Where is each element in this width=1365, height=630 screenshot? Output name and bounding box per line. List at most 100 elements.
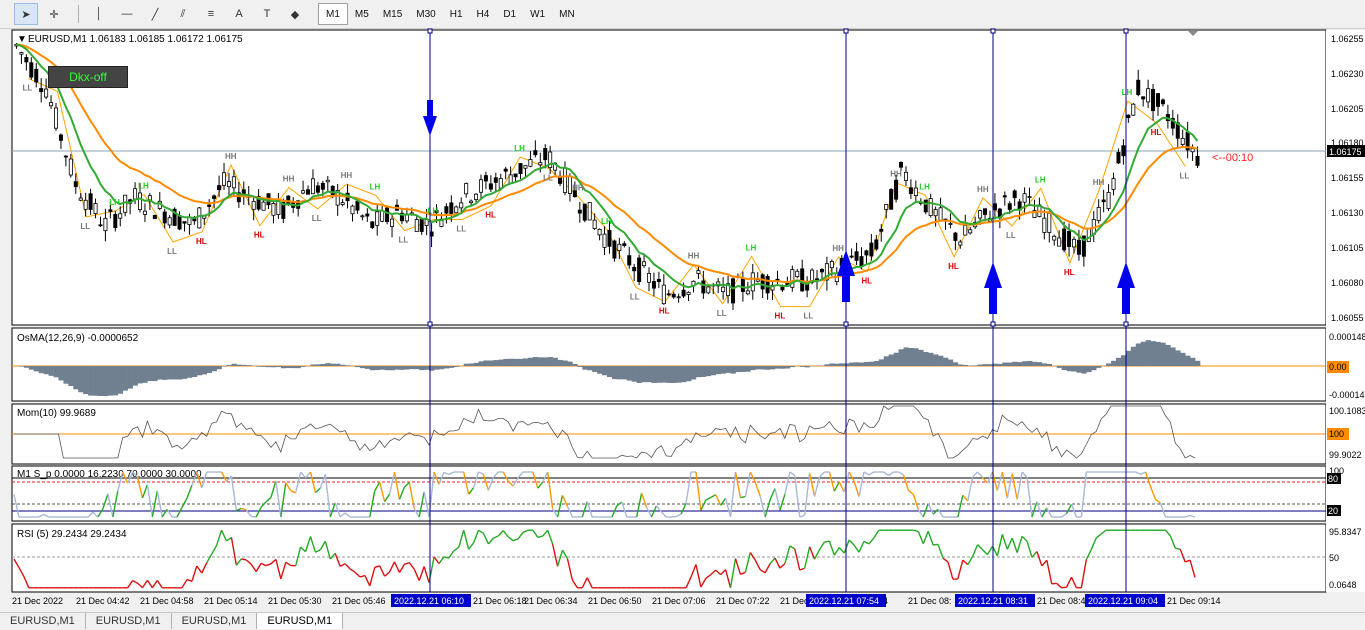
candle-body bbox=[1013, 191, 1016, 198]
osma-bar bbox=[355, 366, 360, 367]
candle-body bbox=[593, 220, 596, 228]
swing-label: LH bbox=[109, 198, 120, 207]
candle-body bbox=[59, 135, 62, 140]
candle-body bbox=[455, 207, 458, 213]
osma-bar bbox=[790, 366, 795, 367]
candle-body bbox=[104, 218, 107, 230]
candle-body bbox=[514, 174, 517, 177]
swing-label: LH bbox=[138, 182, 149, 191]
candle-body bbox=[524, 166, 527, 169]
candle-body bbox=[667, 294, 670, 295]
chart-tab[interactable]: EURUSD,M1 bbox=[0, 613, 86, 629]
chart-tab[interactable]: EURUSD,M1 bbox=[86, 613, 172, 629]
osma-bar bbox=[241, 365, 246, 366]
swing-label: LH bbox=[746, 243, 757, 252]
swing-label: LL bbox=[1180, 172, 1190, 181]
osma-bar bbox=[19, 366, 24, 367]
osma-bar bbox=[933, 354, 938, 366]
chart-symbol-dropdown[interactable]: ▼ bbox=[17, 34, 27, 45]
osma-bar bbox=[627, 366, 632, 381]
osma-bar bbox=[34, 366, 39, 371]
stoch-pane[interactable] bbox=[12, 466, 1326, 521]
candle-body bbox=[1008, 204, 1011, 210]
marker-handle bbox=[991, 29, 995, 33]
osma-bar bbox=[207, 366, 212, 373]
osma-bar bbox=[1002, 363, 1007, 366]
chart-tab[interactable]: EURUSD,M1 bbox=[172, 613, 258, 629]
osma-bar bbox=[133, 366, 138, 386]
current-price-label: 1.06175 bbox=[1329, 147, 1362, 157]
candle-body bbox=[222, 173, 225, 186]
osma-tick: -0.00014 bbox=[1329, 390, 1365, 400]
candle-body bbox=[193, 219, 196, 221]
candle-body bbox=[474, 194, 477, 199]
candle-body bbox=[885, 204, 888, 209]
osma-bar bbox=[681, 366, 686, 382]
osma-bar bbox=[691, 366, 696, 379]
osma-bar bbox=[928, 353, 933, 366]
time-highlight-label: 2022.12.21 08:31 bbox=[958, 596, 1028, 606]
osma-bar bbox=[844, 363, 849, 366]
osma-bar bbox=[108, 366, 113, 396]
osma-bar bbox=[706, 366, 711, 376]
osma-bar bbox=[671, 366, 676, 383]
osma-bar bbox=[819, 365, 824, 366]
candle-body bbox=[954, 233, 957, 240]
candle-body bbox=[217, 186, 220, 190]
candle-body bbox=[163, 212, 166, 223]
candle-body bbox=[306, 190, 309, 195]
candle-body bbox=[1181, 138, 1184, 144]
osma-bar bbox=[103, 366, 108, 396]
osma-bar bbox=[1121, 355, 1126, 366]
osma-bar bbox=[68, 366, 73, 386]
osma-bar bbox=[434, 366, 439, 370]
osma-bar bbox=[138, 366, 143, 383]
candle-body bbox=[1058, 238, 1061, 246]
osma-bar bbox=[157, 366, 162, 380]
candle-body bbox=[450, 203, 453, 214]
chart-canvas[interactable]: ▼ EURUSD,M1 1.06183 1.06185 1.06172 1.06… bbox=[0, 0, 1365, 612]
candle-body bbox=[865, 251, 868, 255]
osma-bar bbox=[479, 361, 484, 366]
osma-bar bbox=[424, 366, 429, 370]
osma-bar bbox=[78, 366, 83, 392]
osma-bar bbox=[864, 362, 869, 366]
osma-bar bbox=[365, 366, 370, 369]
time-highlight-label: 2022.12.21 07:54 bbox=[809, 596, 879, 606]
osma-bar bbox=[320, 364, 325, 366]
osma-bar bbox=[266, 366, 271, 367]
osma-bar bbox=[923, 352, 928, 366]
rsi-tick: 0.0648 bbox=[1329, 580, 1357, 590]
time-label: 21 Dec 06:34 bbox=[524, 596, 578, 606]
osma-level-label: 0.00 bbox=[1329, 362, 1347, 372]
osma-bar bbox=[296, 366, 301, 368]
osma-bar bbox=[953, 362, 958, 366]
candle-body bbox=[880, 229, 883, 231]
osma-bar bbox=[745, 366, 750, 372]
candle-body bbox=[479, 180, 482, 193]
chart-tab-active[interactable]: EURUSD,M1 bbox=[257, 613, 343, 629]
candle-body bbox=[232, 177, 235, 188]
candle-body bbox=[1048, 213, 1051, 232]
osma-bar bbox=[1136, 343, 1141, 366]
candle-body bbox=[153, 215, 156, 218]
candle-body bbox=[598, 229, 601, 234]
osma-bar bbox=[395, 366, 400, 370]
osma-bar bbox=[419, 366, 424, 370]
osma-bar bbox=[1165, 345, 1170, 366]
osma-bar bbox=[380, 366, 385, 370]
candle-body bbox=[657, 279, 660, 281]
osma-bar bbox=[874, 361, 879, 366]
time-label: 21 Dec 08: bbox=[908, 596, 952, 606]
osma-bar bbox=[963, 365, 968, 366]
candle-body bbox=[84, 200, 87, 209]
osma-bar bbox=[315, 364, 320, 366]
candle-body bbox=[578, 210, 581, 213]
dkx-toggle-button[interactable]: Dkx-off bbox=[48, 66, 128, 88]
osma-bar bbox=[597, 366, 602, 374]
osma-bar bbox=[291, 366, 296, 368]
price-tick: 1.06255 bbox=[1331, 34, 1364, 44]
candle-body bbox=[287, 196, 290, 204]
candle-body bbox=[860, 257, 863, 267]
osma-bar bbox=[1175, 350, 1180, 366]
